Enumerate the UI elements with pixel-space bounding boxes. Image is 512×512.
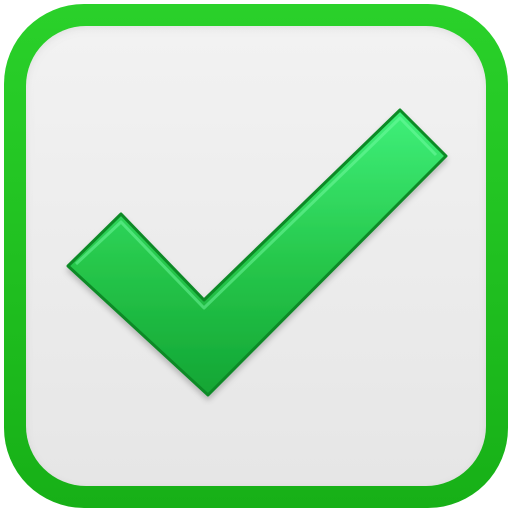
checkbox-icon <box>4 4 508 508</box>
checkbox-app-icon[interactable] <box>0 0 512 512</box>
